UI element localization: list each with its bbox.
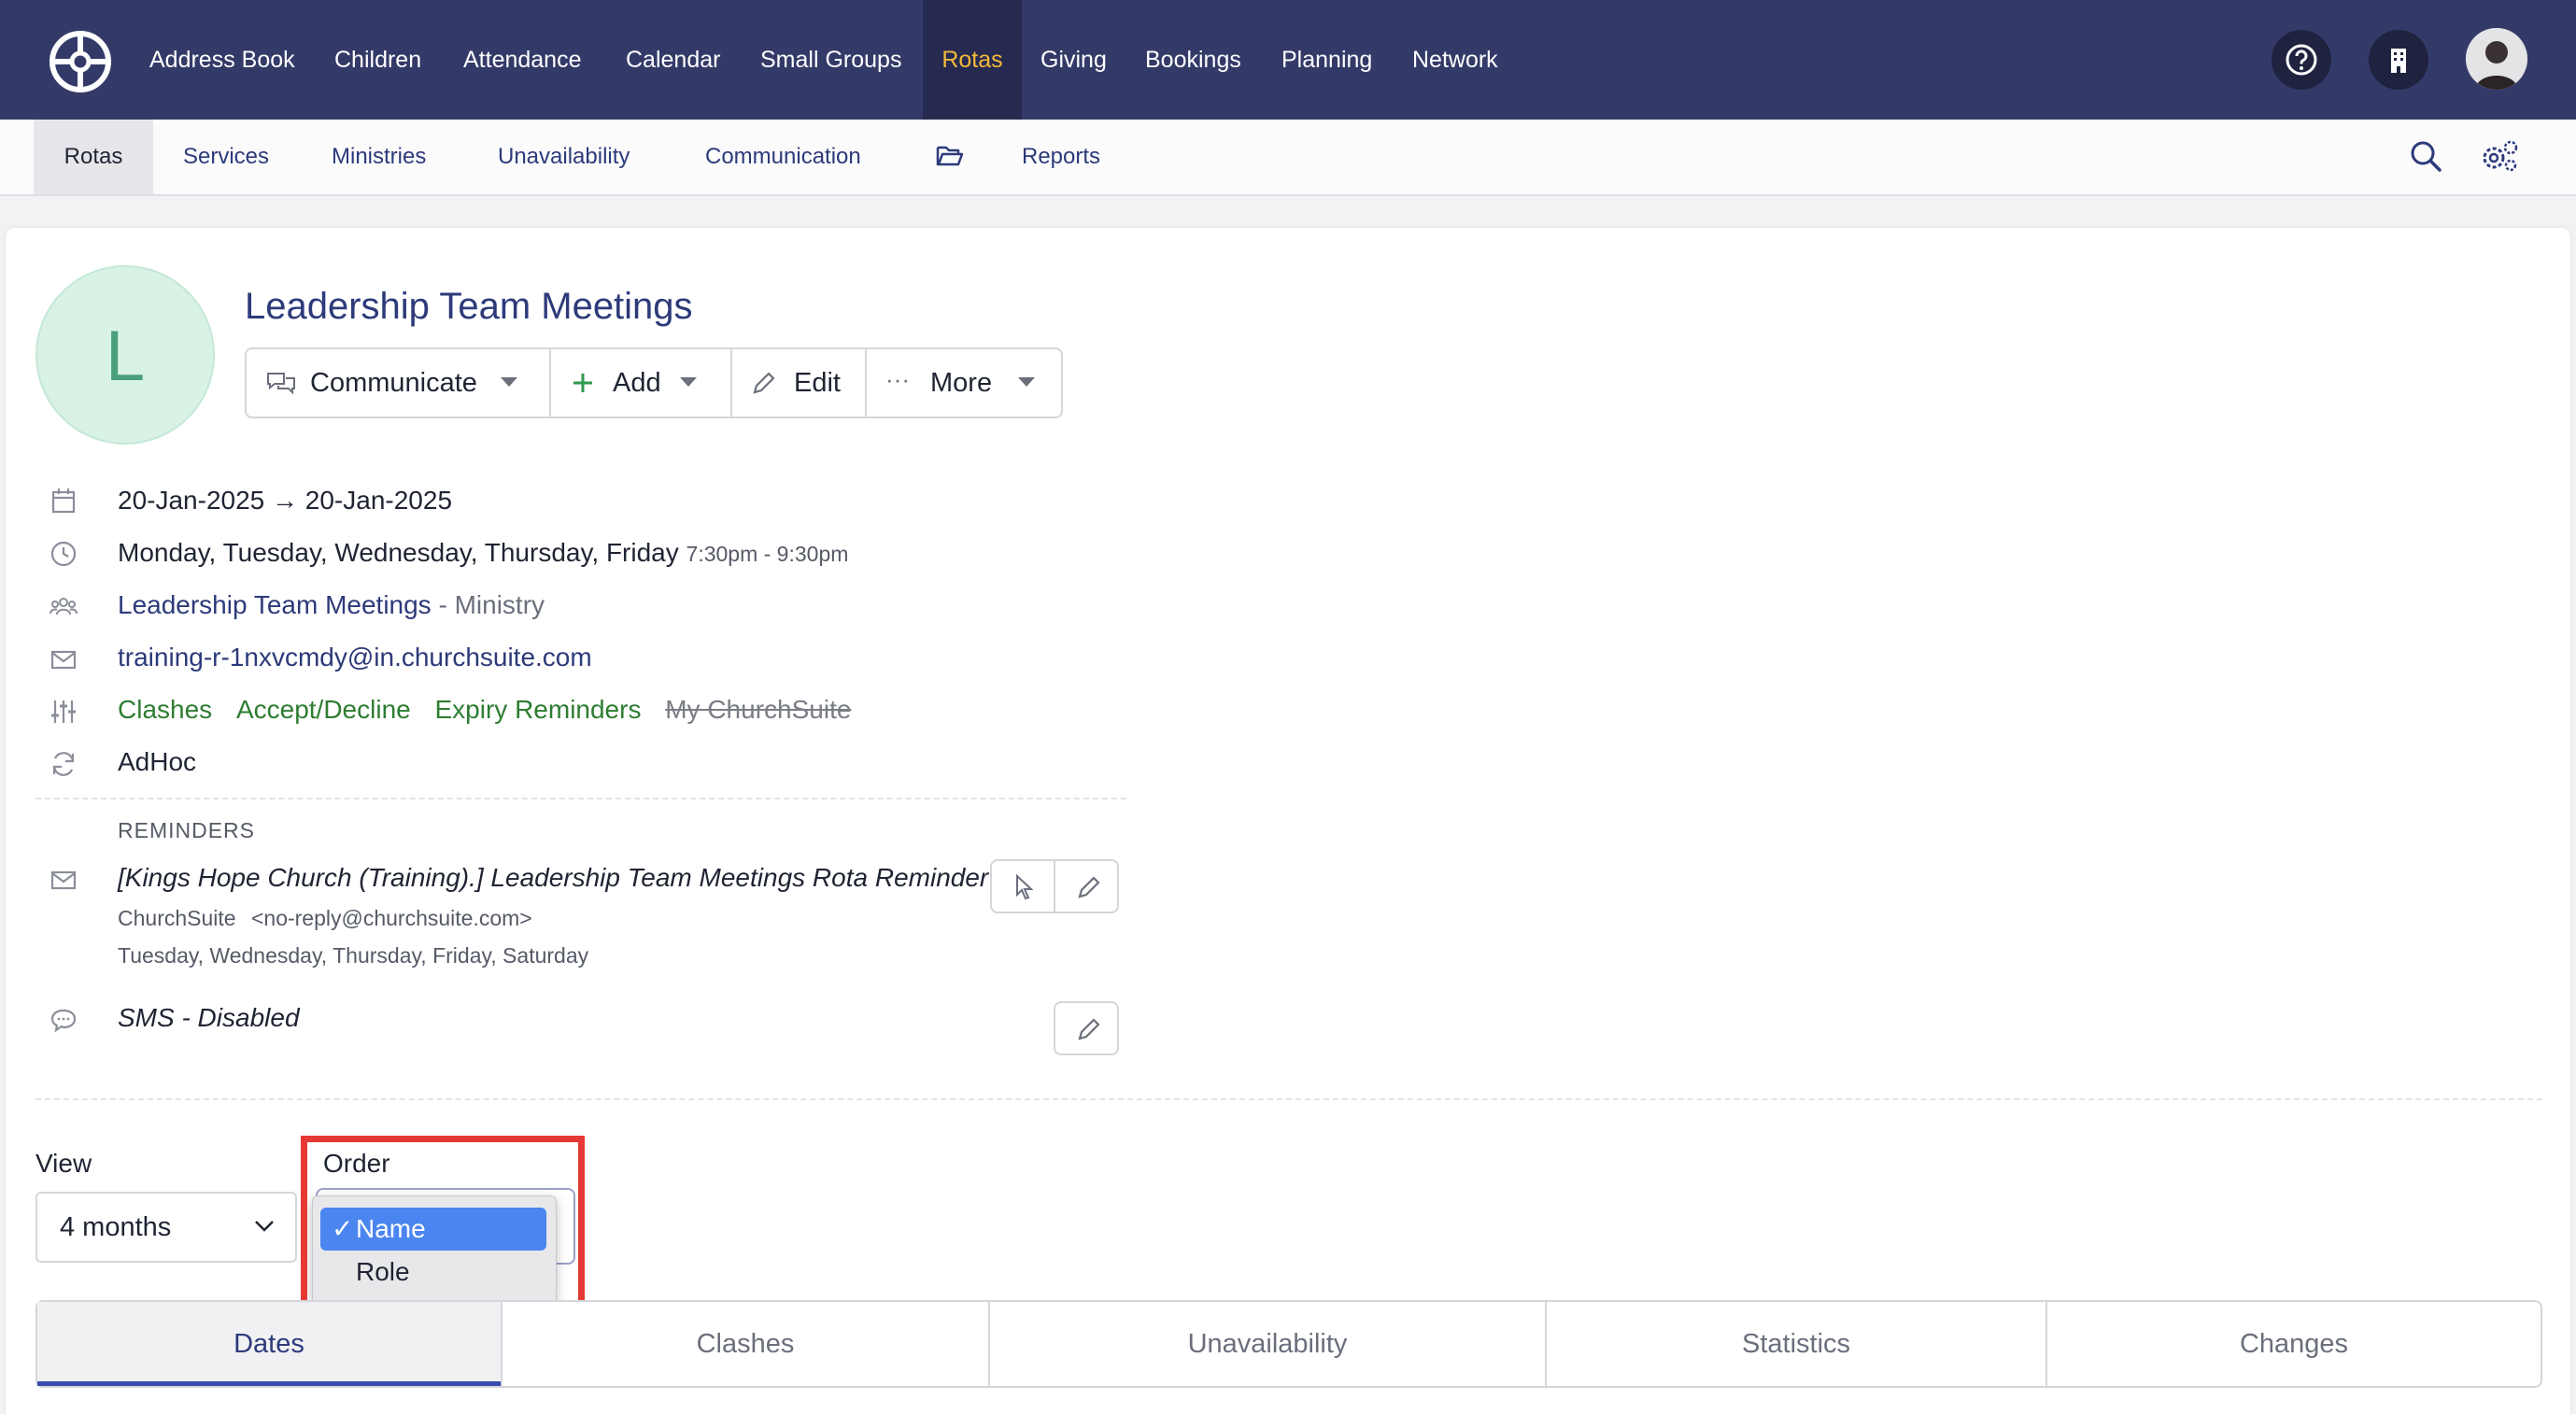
edit-label: Edit <box>794 368 841 398</box>
plus-icon <box>573 374 592 392</box>
action-button-group: Communicate Add Edit ··· More <box>245 347 1063 418</box>
building-icon <box>2391 49 2406 73</box>
nav-attendance[interactable]: Attendance <box>463 0 582 120</box>
rota-title: Leadership Team Meetings <box>245 286 693 327</box>
tab-dates[interactable]: Dates <box>37 1302 501 1386</box>
nav-bookings[interactable]: Bookings <box>1145 0 1241 120</box>
schedule: Monday, Tuesday, Wednesday, Thursday, Fr… <box>118 538 848 568</box>
subnav-communication[interactable]: Communication <box>705 120 861 194</box>
chevron-down-icon <box>680 377 697 387</box>
subnav-rotas[interactable]: Rotas <box>34 120 153 194</box>
more-button[interactable]: ··· More <box>867 349 1061 417</box>
top-navbar: Address Book Children Attendance Calenda… <box>0 0 2576 120</box>
nav-calendar[interactable]: Calendar <box>626 0 720 120</box>
email-from-name: ChurchSuite <box>118 906 236 930</box>
group-icon <box>50 598 78 615</box>
reminders-heading: REMINDERS <box>118 818 256 842</box>
sliders-icon <box>51 700 76 723</box>
chat-bubbles-icon <box>267 373 295 395</box>
nav-small-groups[interactable]: Small Groups <box>760 0 901 120</box>
preview-reminder-button[interactable] <box>990 859 1055 913</box>
nav-network[interactable]: Network <box>1412 0 1498 120</box>
nav-rotas[interactable]: Rotas <box>923 0 1022 120</box>
speech-bubble-icon <box>50 1009 77 1033</box>
setting-expiry-reminders: Expiry Reminders <box>434 695 642 724</box>
rota-settings: Clashes Accept/Decline Expiry Reminders … <box>118 695 851 725</box>
search-icon[interactable] <box>2408 138 2443 174</box>
chevron-down-icon <box>1018 377 1035 387</box>
add-label: Add <box>613 368 661 398</box>
nav-giving[interactable]: Giving <box>1040 0 1107 120</box>
ellipsis-icon: ··· <box>885 365 910 393</box>
envelope-icon <box>50 870 77 890</box>
sub-navbar: Rotas Services Ministries Unavailability… <box>0 120 2576 196</box>
divider <box>35 1098 2542 1100</box>
help-button[interactable] <box>2272 30 2331 90</box>
nav-planning[interactable]: Planning <box>1281 0 1372 120</box>
sms-reminder-status: SMS - Disabled <box>118 1003 300 1032</box>
email-reminder-subject: [Kings Hope Church (Training).] Leadersh… <box>118 863 989 892</box>
pencil-icon <box>1078 876 1100 898</box>
help-icon <box>2286 44 2317 76</box>
setting-my-churchsuite: My ChurchSuite <box>665 695 852 724</box>
tab-unavailability[interactable]: Unavailability <box>990 1302 1545 1386</box>
add-button[interactable]: Add <box>551 349 730 417</box>
ministry-link[interactable]: Leadership Team Meetings <box>118 590 432 619</box>
email-reminder-days: Tuesday, Wednesday, Thursday, Friday, Sa… <box>118 943 589 968</box>
communicate-button[interactable]: Communicate <box>247 349 549 417</box>
subnav-ministries[interactable]: Ministries <box>332 120 426 194</box>
subnav-unavailability[interactable]: Unavailability <box>498 120 630 194</box>
nav-address-book[interactable]: Address Book <box>149 0 295 120</box>
organisation-button[interactable] <box>2369 30 2428 90</box>
ministry-suffix: - Ministry <box>431 590 545 619</box>
pencil-icon <box>753 372 775 394</box>
chevron-down-icon <box>255 1221 274 1232</box>
date-range: 20-Jan-2025 → 20-Jan-2025 <box>118 486 453 515</box>
ministry: Leadership Team Meetings - Ministry <box>118 590 545 620</box>
email-from-address: <no-reply@churchsuite.com> <box>250 906 532 930</box>
rota-tabs: Dates Clashes Unavailability Statistics … <box>35 1300 2542 1388</box>
schedule-time: 7:30pm - 9:30pm <box>686 542 849 566</box>
churchsuite-logo-icon[interactable] <box>49 30 112 93</box>
folder-open-icon <box>936 146 964 166</box>
chevron-down-icon <box>501 377 517 387</box>
view-label: View <box>35 1149 92 1178</box>
edit-button[interactable]: Edit <box>732 349 865 417</box>
setting-accept-decline: Accept/Decline <box>235 695 411 724</box>
nav-children[interactable]: Children <box>334 0 421 120</box>
refresh-icon <box>52 752 75 776</box>
view-select[interactable]: 4 months <box>35 1192 297 1263</box>
divider <box>35 798 1126 799</box>
subnav-services[interactable]: Services <box>183 120 269 194</box>
subnav-reports[interactable]: Reports <box>1022 120 1100 194</box>
edit-sms-button[interactable] <box>1054 1001 1119 1055</box>
communicate-label: Communicate <box>310 368 477 398</box>
setting-clashes: Clashes <box>118 695 213 724</box>
schedule-days: Monday, Tuesday, Wednesday, Thursday, Fr… <box>118 538 679 567</box>
calendar-icon <box>51 488 76 514</box>
user-photo-icon <box>2466 28 2527 90</box>
view-select-value: 4 months <box>60 1212 172 1242</box>
settings-gears-icon[interactable] <box>2479 136 2520 176</box>
cursor-pointer-icon <box>1016 874 1034 900</box>
more-label: More <box>930 368 993 398</box>
tab-statistics[interactable]: Statistics <box>1547 1302 2045 1386</box>
tab-changes[interactable]: Changes <box>2047 1302 2541 1386</box>
clock-icon <box>50 541 77 567</box>
rota-initial-avatar: L <box>35 265 215 445</box>
tab-clashes[interactable]: Clashes <box>502 1302 988 1386</box>
rota-email-link[interactable]: training-r-1nxvcmdy@in.churchsuite.com <box>118 643 592 672</box>
highlight-box <box>301 1136 585 1313</box>
edit-reminder-button[interactable] <box>1054 859 1119 913</box>
email-reminder-from: ChurchSuite <no-reply@churchsuite.com> <box>118 906 532 931</box>
envelope-icon <box>50 650 77 670</box>
user-avatar[interactable] <box>2466 28 2527 90</box>
pencil-icon <box>1078 1018 1100 1040</box>
frequency: AdHoc <box>118 747 197 776</box>
